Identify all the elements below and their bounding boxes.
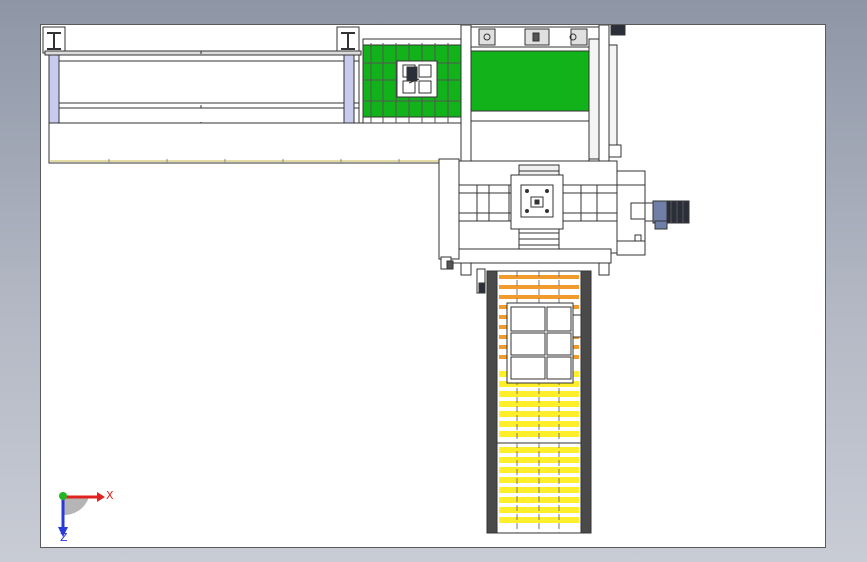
- triad-z-label: Z: [60, 531, 68, 544]
- central-lift-frame[interactable]: [438, 25, 618, 276]
- green-roller-module[interactable]: [362, 38, 462, 124]
- drive-motor-assembly[interactable]: [616, 170, 690, 256]
- outfeed-roller-conveyor[interactable]: [486, 270, 592, 534]
- triad-x-label: X: [106, 489, 114, 502]
- drawing-sheet: X Z: [40, 24, 826, 548]
- cad-drawing-canvas[interactable]: [41, 25, 827, 549]
